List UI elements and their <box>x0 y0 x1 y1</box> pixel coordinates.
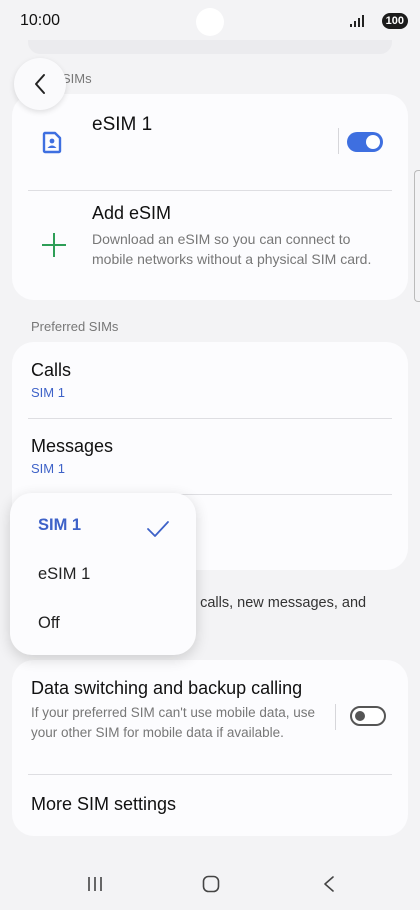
divider <box>338 128 339 154</box>
add-esim-description: Download an eSIM so you can connect to m… <box>92 231 372 267</box>
data-switching-card: Data switching and backup calling If you… <box>12 660 408 836</box>
more-sim-settings-title: More SIM settings <box>31 794 177 814</box>
calls-row[interactable]: Calls SIM 1 <box>12 342 408 418</box>
dropdown-option-label: Off <box>38 614 60 632</box>
more-sim-settings-row[interactable]: More SIM settings <box>12 774 408 836</box>
calls-title: Calls <box>31 360 72 380</box>
status-bar: 10:00 100 <box>0 0 420 44</box>
data-switching-toggle[interactable] <box>350 706 386 726</box>
sim-card-icon <box>42 131 62 154</box>
section-label-preferred: Preferred SIMs <box>31 319 119 334</box>
home-icon[interactable] <box>202 875 220 893</box>
data-switching-description: If your preferred SIM can't use mobile d… <box>31 705 315 740</box>
check-icon <box>147 521 169 537</box>
data-switching-row[interactable]: Data switching and backup calling If you… <box>12 660 408 774</box>
camera-cutout <box>196 8 224 36</box>
navigation-bar <box>0 860 420 910</box>
esim1-title: eSIM 1 <box>92 114 153 135</box>
section-label-sims: SIMs <box>62 71 92 86</box>
back-nav-icon[interactable] <box>322 875 336 893</box>
add-esim-title: Add eSIM <box>92 203 172 223</box>
chevron-left-icon <box>35 74 45 94</box>
dropdown-option-label: eSIM 1 <box>38 565 91 583</box>
dropdown-option-esim1[interactable]: eSIM 1 <box>10 551 196 597</box>
preferred-footnote: g calls, new messages, and <box>188 595 367 611</box>
battery-indicator: 100 <box>381 13 408 29</box>
messages-value: SIM 1 <box>31 461 65 476</box>
messages-title: Messages <box>31 436 114 456</box>
signal-icon <box>350 15 364 27</box>
status-time: 10:00 <box>20 12 61 29</box>
recent-apps-icon[interactable] <box>86 875 104 893</box>
top-card-edge <box>28 40 392 54</box>
scroll-indicator <box>414 170 420 302</box>
plus-icon <box>42 233 66 257</box>
calls-value: SIM 1 <box>31 385 65 400</box>
dropdown-option-label: SIM 1 <box>38 516 82 534</box>
data-switching-title: Data switching and backup calling <box>31 678 303 698</box>
add-esim-row[interactable]: Add eSIM Download an eSIM so you can con… <box>12 191 408 300</box>
messages-row[interactable]: Messages SIM 1 <box>12 418 408 494</box>
dropdown-option-off[interactable]: Off <box>10 600 196 646</box>
esim1-row[interactable]: eSIM 1 <box>12 94 408 190</box>
back-button[interactable] <box>14 58 66 110</box>
sims-card: eSIM 1 Add eSIM Download an eSIM so you … <box>12 94 408 300</box>
esim1-toggle[interactable] <box>347 132 383 152</box>
divider <box>335 704 336 730</box>
sim-select-dropdown: SIM 1 eSIM 1 Off <box>10 493 196 655</box>
dropdown-option-sim1[interactable]: SIM 1 <box>10 502 196 548</box>
